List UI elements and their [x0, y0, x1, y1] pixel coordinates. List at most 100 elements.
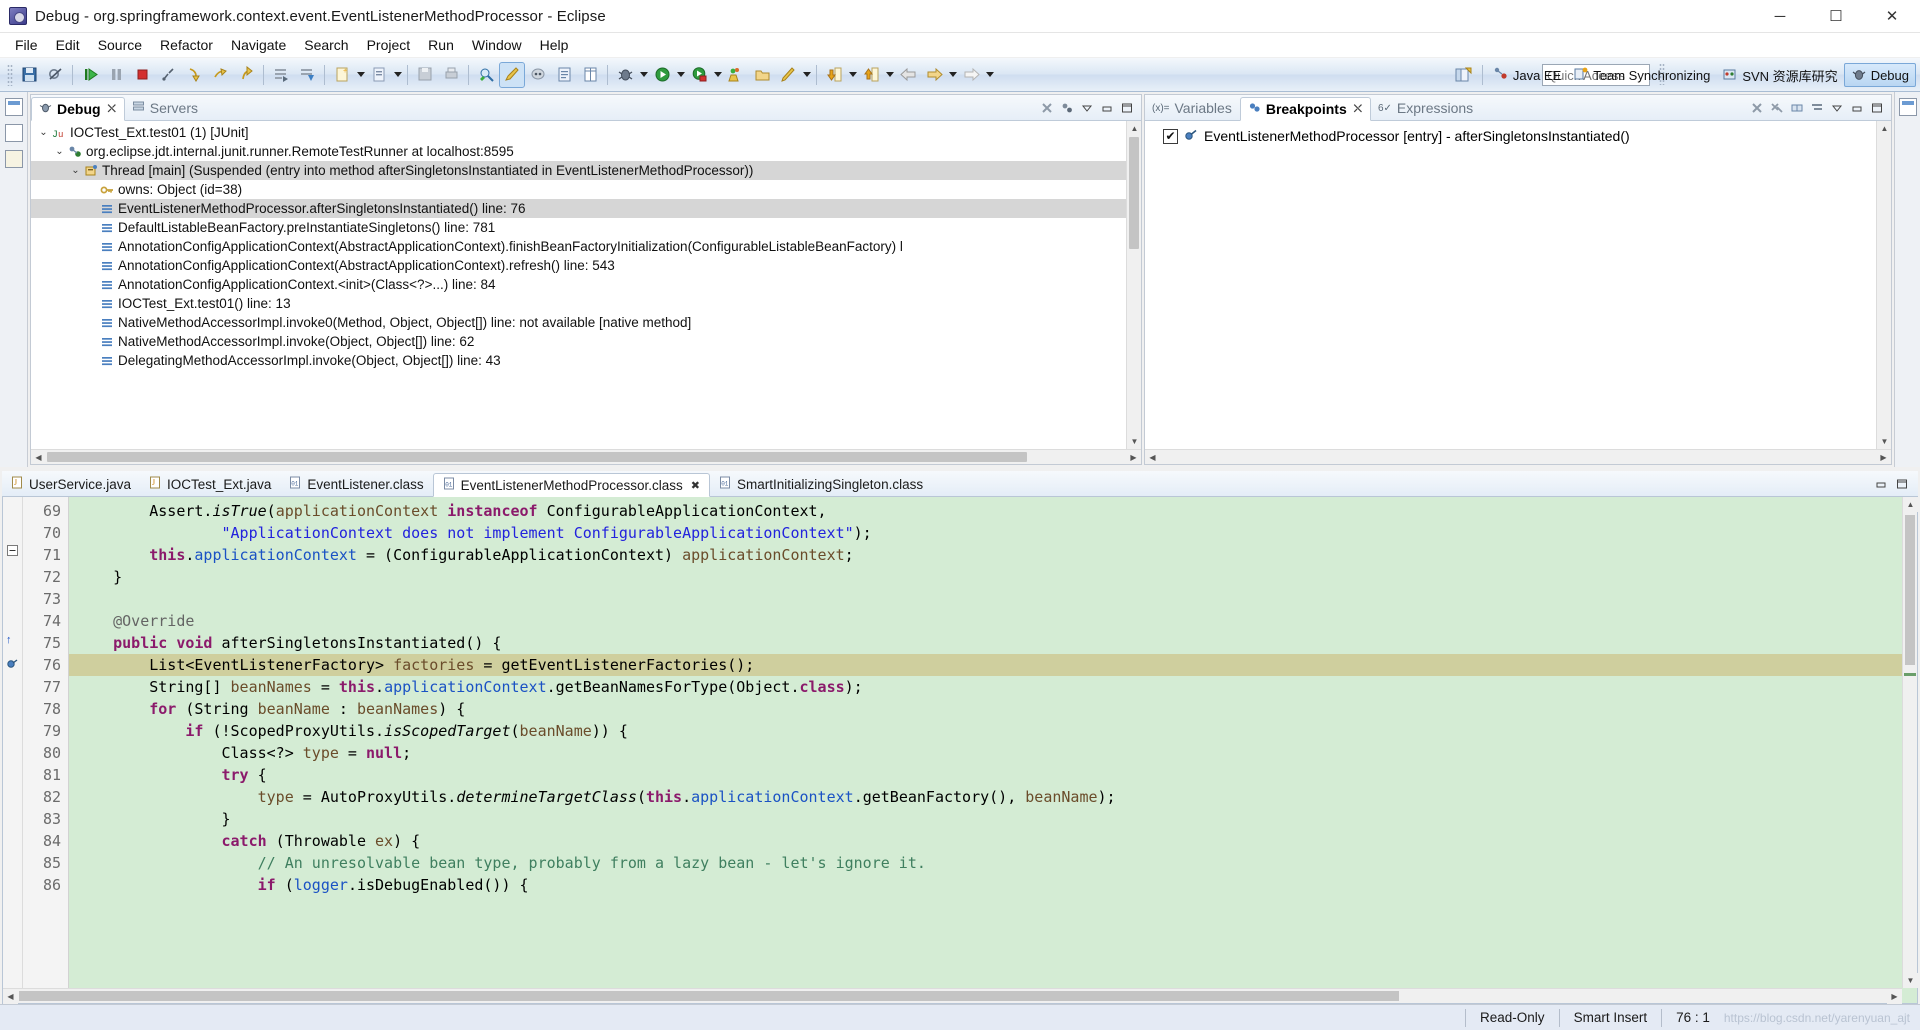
debug-tree-row[interactable]: DelegatingMethodAccessorImpl.invoke(Obje…: [31, 351, 1141, 370]
forward-history-dropdown-icon[interactable]: [984, 63, 995, 87]
editor-vscroll-thumb[interactable]: [1905, 515, 1915, 665]
back-icon[interactable]: [896, 63, 920, 87]
new-java-class-icon[interactable]: [367, 63, 391, 87]
maximize-button[interactable]: ☐: [1808, 0, 1864, 33]
resume-icon[interactable]: [78, 63, 102, 87]
coverage-dropdown-icon[interactable]: [712, 63, 723, 87]
debug-hscroll-left-icon[interactable]: ◀: [31, 450, 46, 464]
tab-debug[interactable]: Debug ⛌: [31, 97, 125, 121]
code-line[interactable]: this.applicationContext = (ConfigurableA…: [69, 544, 1917, 566]
debug-stack-tree[interactable]: ⌄ Ju IOCTest_Ext.test01 (1) [JUnit] ⌄ org.ec…: [31, 121, 1141, 464]
pencil-icon[interactable]: [776, 63, 800, 87]
debug-tree-row[interactable]: NativeMethodAccessorImpl.invoke0(Method,…: [31, 313, 1141, 332]
mask-icon[interactable]: [526, 63, 550, 87]
editor-tab[interactable]: 01 SmartInitializingSingleton.class: [710, 472, 932, 496]
debug-tree-row[interactable]: NativeMethodAccessorImpl.invoke(Object, …: [31, 332, 1141, 351]
project-explorer-fastview-icon[interactable]: [4, 124, 23, 142]
menu-help[interactable]: Help: [531, 35, 578, 55]
new-java-class-dropdown-icon[interactable]: [392, 63, 403, 87]
menu-refactor[interactable]: Refactor: [151, 35, 222, 55]
editor-tab[interactable]: 01 EventListenerMethodProcessor.class ✖: [432, 473, 710, 497]
tab-debug-close-icon[interactable]: ⛌: [108, 103, 116, 116]
collapse-marker-icon[interactable]: [7, 544, 18, 559]
code-line[interactable]: if (!ScopedProxyUtils.isScopedTarget(bea…: [69, 720, 1917, 742]
coverage-icon[interactable]: [687, 63, 711, 87]
save-all-icon[interactable]: [413, 63, 437, 87]
tab-servers[interactable]: Servers: [125, 96, 206, 120]
terminate-icon[interactable]: [130, 63, 154, 87]
next-annotation-dropdown-icon[interactable]: [847, 63, 858, 87]
tab-variables[interactable]: (x)= Variables: [1145, 96, 1240, 120]
debug-tree-row[interactable]: EventListenerMethodProcessor.afterSingle…: [31, 199, 1141, 218]
breakpoints-list[interactable]: ✔ EventListenerMethodProcessor [entry] - …: [1145, 121, 1891, 464]
outline-fastview-icon[interactable]: [4, 150, 23, 168]
menu-window[interactable]: Window: [463, 35, 531, 55]
editor-maximize-icon[interactable]: [1893, 476, 1910, 493]
debug-as-icon[interactable]: [613, 63, 637, 87]
debug-tree-row[interactable]: ⌄ org.eclipse.jdt.internal.junit.runner.R…: [31, 142, 1141, 161]
editor-tab[interactable]: J UserService.java: [2, 472, 140, 496]
breakpoints-maximize-icon[interactable]: [1868, 100, 1885, 117]
editor-tab-close-icon[interactable]: ✖: [691, 479, 700, 492]
step-return-icon[interactable]: [234, 63, 258, 87]
code-line[interactable]: try {: [69, 764, 1917, 786]
code-line[interactable]: }: [69, 566, 1917, 588]
prev-annotation-dropdown-icon[interactable]: [884, 63, 895, 87]
code-editor[interactable]: ↑ 697071727374−757677787980818283848586 …: [2, 497, 1918, 1004]
code-line[interactable]: "ApplicationContext does not implement C…: [69, 522, 1917, 544]
code-line[interactable]: [69, 588, 1917, 610]
debug-tree-row[interactable]: owns: Object (id=38): [31, 180, 1141, 199]
remove-all-terminated-icon[interactable]: [1038, 100, 1055, 117]
debug-tree-row[interactable]: AnnotationConfigApplicationContext(Abstr…: [31, 237, 1141, 256]
debug-vscroll-down-icon[interactable]: ▼: [1127, 434, 1141, 449]
bp-hscroll-right-icon[interactable]: ▶: [1876, 450, 1891, 464]
breakpoint-checkbox[interactable]: ✔: [1163, 128, 1178, 144]
method-breakpoint-marker-icon[interactable]: [6, 658, 18, 673]
perspective-team-sync[interactable]: Team Synchronizing: [1567, 63, 1716, 87]
link-with-debug-view-icon[interactable]: [1788, 100, 1805, 117]
remove-all-breakpoints-icon[interactable]: [1768, 100, 1785, 117]
forward-history-icon[interactable]: [959, 63, 983, 87]
code-line[interactable]: for (String beanName : beanNames) {: [69, 698, 1917, 720]
next-annotation-icon[interactable]: [822, 63, 846, 87]
marker-icon[interactable]: [499, 61, 525, 88]
editor-tab[interactable]: 01 EventListener.class: [280, 472, 432, 496]
bp-hscroll-left-icon[interactable]: ◀: [1145, 450, 1160, 464]
step-into-icon[interactable]: [182, 63, 206, 87]
restore-right-view-icon[interactable]: [1898, 98, 1917, 116]
perspective-debug[interactable]: Debug: [1843, 63, 1916, 87]
external-tools-icon[interactable]: [724, 63, 748, 87]
menu-source[interactable]: Source: [89, 35, 151, 55]
tab-breakpoints-close-icon[interactable]: ⛌: [1354, 103, 1362, 116]
breakpoints-vscrollbar[interactable]: ▲ ▼: [1876, 121, 1891, 464]
editor-hscroll-thumb[interactable]: [19, 991, 1399, 1001]
editor-vscrollbar[interactable]: ▲ ▼: [1902, 497, 1918, 988]
menu-edit[interactable]: Edit: [47, 35, 89, 55]
editor-vscroll-up-icon[interactable]: ▲: [1903, 497, 1918, 512]
code-line[interactable]: }: [69, 808, 1917, 830]
group-by-icon[interactable]: [1808, 100, 1825, 117]
open-type-icon[interactable]: [750, 63, 774, 87]
debug-tree-row[interactable]: ⌄ Thread [main] (Suspended (entry into me…: [31, 161, 1141, 180]
drop-to-frame-icon[interactable]: [295, 63, 319, 87]
skip-breakpoints-icon[interactable]: [43, 63, 67, 87]
editor-hscroll-left-icon[interactable]: ◀: [3, 989, 18, 1004]
code-line[interactable]: Assert.isTrue(applicationContext instanc…: [69, 500, 1917, 522]
debug-tree-hscrollbar[interactable]: ◀ ▶: [31, 449, 1141, 464]
new-wizard-icon[interactable]: +: [330, 63, 354, 87]
minimize-button[interactable]: ─: [1752, 0, 1808, 33]
debug-tree-vscrollbar[interactable]: ▲ ▼: [1126, 121, 1141, 464]
tab-expressions[interactable]: 6✓ Expressions: [1371, 96, 1481, 120]
print-icon[interactable]: [439, 63, 463, 87]
run-as-icon[interactable]: [650, 63, 674, 87]
pencil-dropdown-icon[interactable]: [801, 63, 812, 87]
breakpoints-minimize-icon[interactable]: [1848, 100, 1865, 117]
menu-search[interactable]: Search: [295, 35, 357, 55]
debug-tree-row[interactable]: AnnotationConfigApplicationContext.<init…: [31, 275, 1141, 294]
source-code[interactable]: Assert.isTrue(applicationContext instanc…: [69, 497, 1917, 1003]
editor-vscroll-down-icon[interactable]: ▼: [1903, 973, 1918, 988]
save-icon[interactable]: [17, 63, 41, 87]
debug-tree-row[interactable]: IOCTest_Ext.test01() line: 13: [31, 294, 1141, 313]
breakpoints-hscrollbar[interactable]: ◀ ▶: [1145, 449, 1891, 464]
debug-hscroll-thumb[interactable]: [47, 452, 1027, 462]
